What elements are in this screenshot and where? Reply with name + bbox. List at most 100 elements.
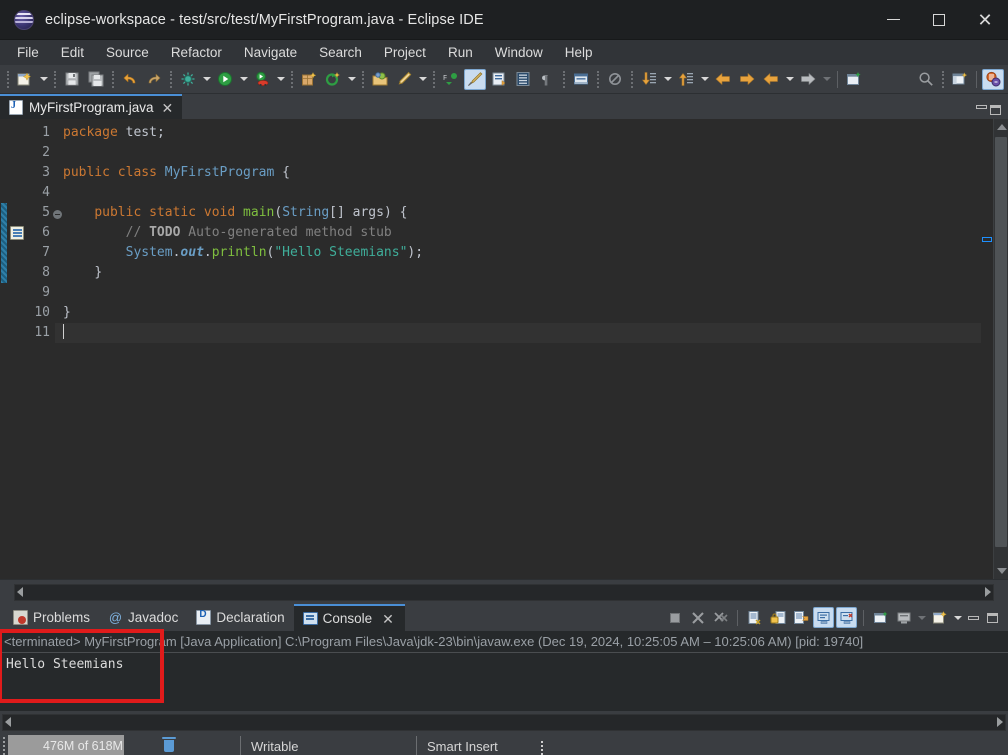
menu-navigate[interactable]: Navigate <box>233 42 308 63</box>
scroll-right-icon[interactable] <box>985 587 991 597</box>
minimize-button[interactable] <box>870 0 916 39</box>
editor-horizontal-scrollbar[interactable] <box>14 583 994 601</box>
search-icon[interactable] <box>915 69 937 90</box>
display-selected-console-dropdown-arrow[interactable] <box>915 607 928 628</box>
console-maximize-icon[interactable] <box>983 607 1001 628</box>
open-console-icon[interactable] <box>929 607 950 628</box>
undo-icon[interactable] <box>119 69 141 90</box>
new-wizard-dropdown-arrow[interactable] <box>37 69 50 90</box>
new-wizard-icon[interactable] <box>14 69 36 90</box>
new-class-icon[interactable] <box>322 69 344 90</box>
menu-run[interactable]: Run <box>437 42 484 63</box>
open-type-icon[interactable] <box>369 69 391 90</box>
console-horizontal-scrollbar[interactable] <box>2 713 1006 731</box>
editor-tab-close-icon[interactable]: ✕ <box>160 101 176 115</box>
marker-gutter[interactable] <box>8 119 26 579</box>
code-line[interactable]: } <box>55 303 993 323</box>
next-edit-dropdown-arrow[interactable] <box>820 69 833 90</box>
toggle-mark-occurrences-icon[interactable] <box>464 68 486 90</box>
show-console-on-output-icon[interactable] <box>813 607 834 628</box>
show-whitespace-icon[interactable] <box>488 69 510 90</box>
scroll-down-icon[interactable] <box>997 568 1007 574</box>
tab-console[interactable]: Console ✕ <box>293 604 405 631</box>
tab-problems[interactable]: Problems <box>4 604 99 631</box>
code-line[interactable]: // TODO Auto-generated method stub <box>55 223 993 243</box>
console-scroll-right-icon[interactable] <box>997 717 1003 727</box>
console-minimize-icon[interactable] <box>965 607 981 628</box>
block-selection-icon[interactable] <box>512 69 534 90</box>
debug-dropdown-arrow[interactable] <box>200 69 213 90</box>
code-line[interactable] <box>55 323 993 343</box>
menu-source[interactable]: Source <box>95 42 160 63</box>
pin-console-icon[interactable] <box>870 607 891 628</box>
code-line[interactable]: package test; <box>55 123 993 143</box>
java-perspective-icon[interactable] <box>982 68 1004 90</box>
redo-icon[interactable] <box>143 69 165 90</box>
forward-arrow-icon[interactable] <box>736 69 758 90</box>
skip-all-breakpoints-icon[interactable] <box>604 69 626 90</box>
status-overflow-dots[interactable] <box>537 733 547 755</box>
debug-icon[interactable] <box>177 69 199 90</box>
next-edit-icon[interactable] <box>797 69 819 90</box>
show-console-on-error-icon[interactable] <box>836 607 857 628</box>
editor-tab-myfirstprogram[interactable]: MyFirstProgram.java ✕ <box>0 94 183 119</box>
remove-launch-icon[interactable] <box>687 607 708 628</box>
open-task-icon[interactable] <box>570 69 592 90</box>
menu-help[interactable]: Help <box>554 42 604 63</box>
menu-refactor[interactable]: Refactor <box>160 42 233 63</box>
code-line[interactable]: System.out.println("Hello Steemians"); <box>55 243 993 263</box>
console-output-panel[interactable]: <terminated> MyFirstProgram [Java Applic… <box>0 629 1008 711</box>
menu-project[interactable]: Project <box>373 42 437 63</box>
menu-edit[interactable]: Edit <box>50 42 95 63</box>
scroll-left-icon[interactable] <box>17 587 23 597</box>
toggle-java-elements-icon[interactable]: F <box>440 69 462 90</box>
run-icon[interactable] <box>214 69 236 90</box>
menu-window[interactable]: Window <box>484 42 554 63</box>
word-wrap-icon[interactable] <box>790 607 811 628</box>
overview-ruler[interactable] <box>981 119 993 579</box>
console-tab-close-icon[interactable]: ✕ <box>380 612 396 626</box>
display-selected-console-icon[interactable] <box>893 607 914 628</box>
todo-task-marker-icon[interactable] <box>10 226 24 240</box>
remove-all-terminated-icon[interactable] <box>710 607 731 628</box>
run-dropdown-arrow[interactable] <box>237 69 250 90</box>
coverage-icon[interactable] <box>251 69 273 90</box>
overview-occurrence-marker[interactable] <box>982 237 992 242</box>
menu-search[interactable]: Search <box>308 42 373 63</box>
tab-declaration[interactable]: Declaration <box>187 604 293 631</box>
save-all-icon[interactable] <box>85 69 107 90</box>
open-console-dropdown-arrow[interactable] <box>951 607 964 628</box>
clear-console-icon[interactable] <box>744 607 765 628</box>
coverage-dropdown-arrow[interactable] <box>274 69 287 90</box>
close-button[interactable]: ✕ <box>962 0 1008 39</box>
tab-javadoc[interactable]: @ Javadoc <box>99 604 187 631</box>
heap-status-widget[interactable]: 476M of 618M <box>8 733 158 755</box>
next-annotation-dropdown-arrow[interactable] <box>661 69 674 90</box>
previous-edit-icon[interactable] <box>760 69 782 90</box>
code-line[interactable] <box>55 183 993 203</box>
previous-edit-dropdown-arrow[interactable] <box>783 69 796 90</box>
new-java-project-icon[interactable] <box>298 69 320 90</box>
previous-annotation-icon[interactable] <box>675 69 697 90</box>
editor-vertical-scroll-thumb[interactable] <box>995 137 1007 547</box>
new-annotation-icon[interactable] <box>393 69 415 90</box>
new-class-dropdown-arrow[interactable] <box>345 69 358 90</box>
next-annotation-icon[interactable] <box>638 69 660 90</box>
run-garbage-collector-button[interactable] <box>158 733 180 755</box>
back-arrow-icon[interactable] <box>712 69 734 90</box>
code-line[interactable]: } <box>55 263 993 283</box>
code-text-area[interactable]: package test; public class MyFirstProgra… <box>55 119 993 579</box>
scroll-up-icon[interactable] <box>997 124 1007 130</box>
save-icon[interactable] <box>61 69 83 90</box>
new-window-icon[interactable] <box>843 69 865 90</box>
terminate-icon[interactable] <box>664 607 685 628</box>
code-line[interactable] <box>55 283 993 303</box>
scroll-lock-icon[interactable] <box>767 607 788 628</box>
code-line[interactable] <box>55 143 993 163</box>
editor-maximize-icon[interactable] <box>990 105 1001 115</box>
console-scroll-left-icon[interactable] <box>5 717 11 727</box>
show-formatting-icon[interactable]: ¶ <box>536 69 558 90</box>
menu-file[interactable]: File <box>6 42 50 63</box>
previous-annotation-dropdown-arrow[interactable] <box>698 69 711 90</box>
code-line[interactable]: public static void main(String[] args) { <box>55 203 993 223</box>
